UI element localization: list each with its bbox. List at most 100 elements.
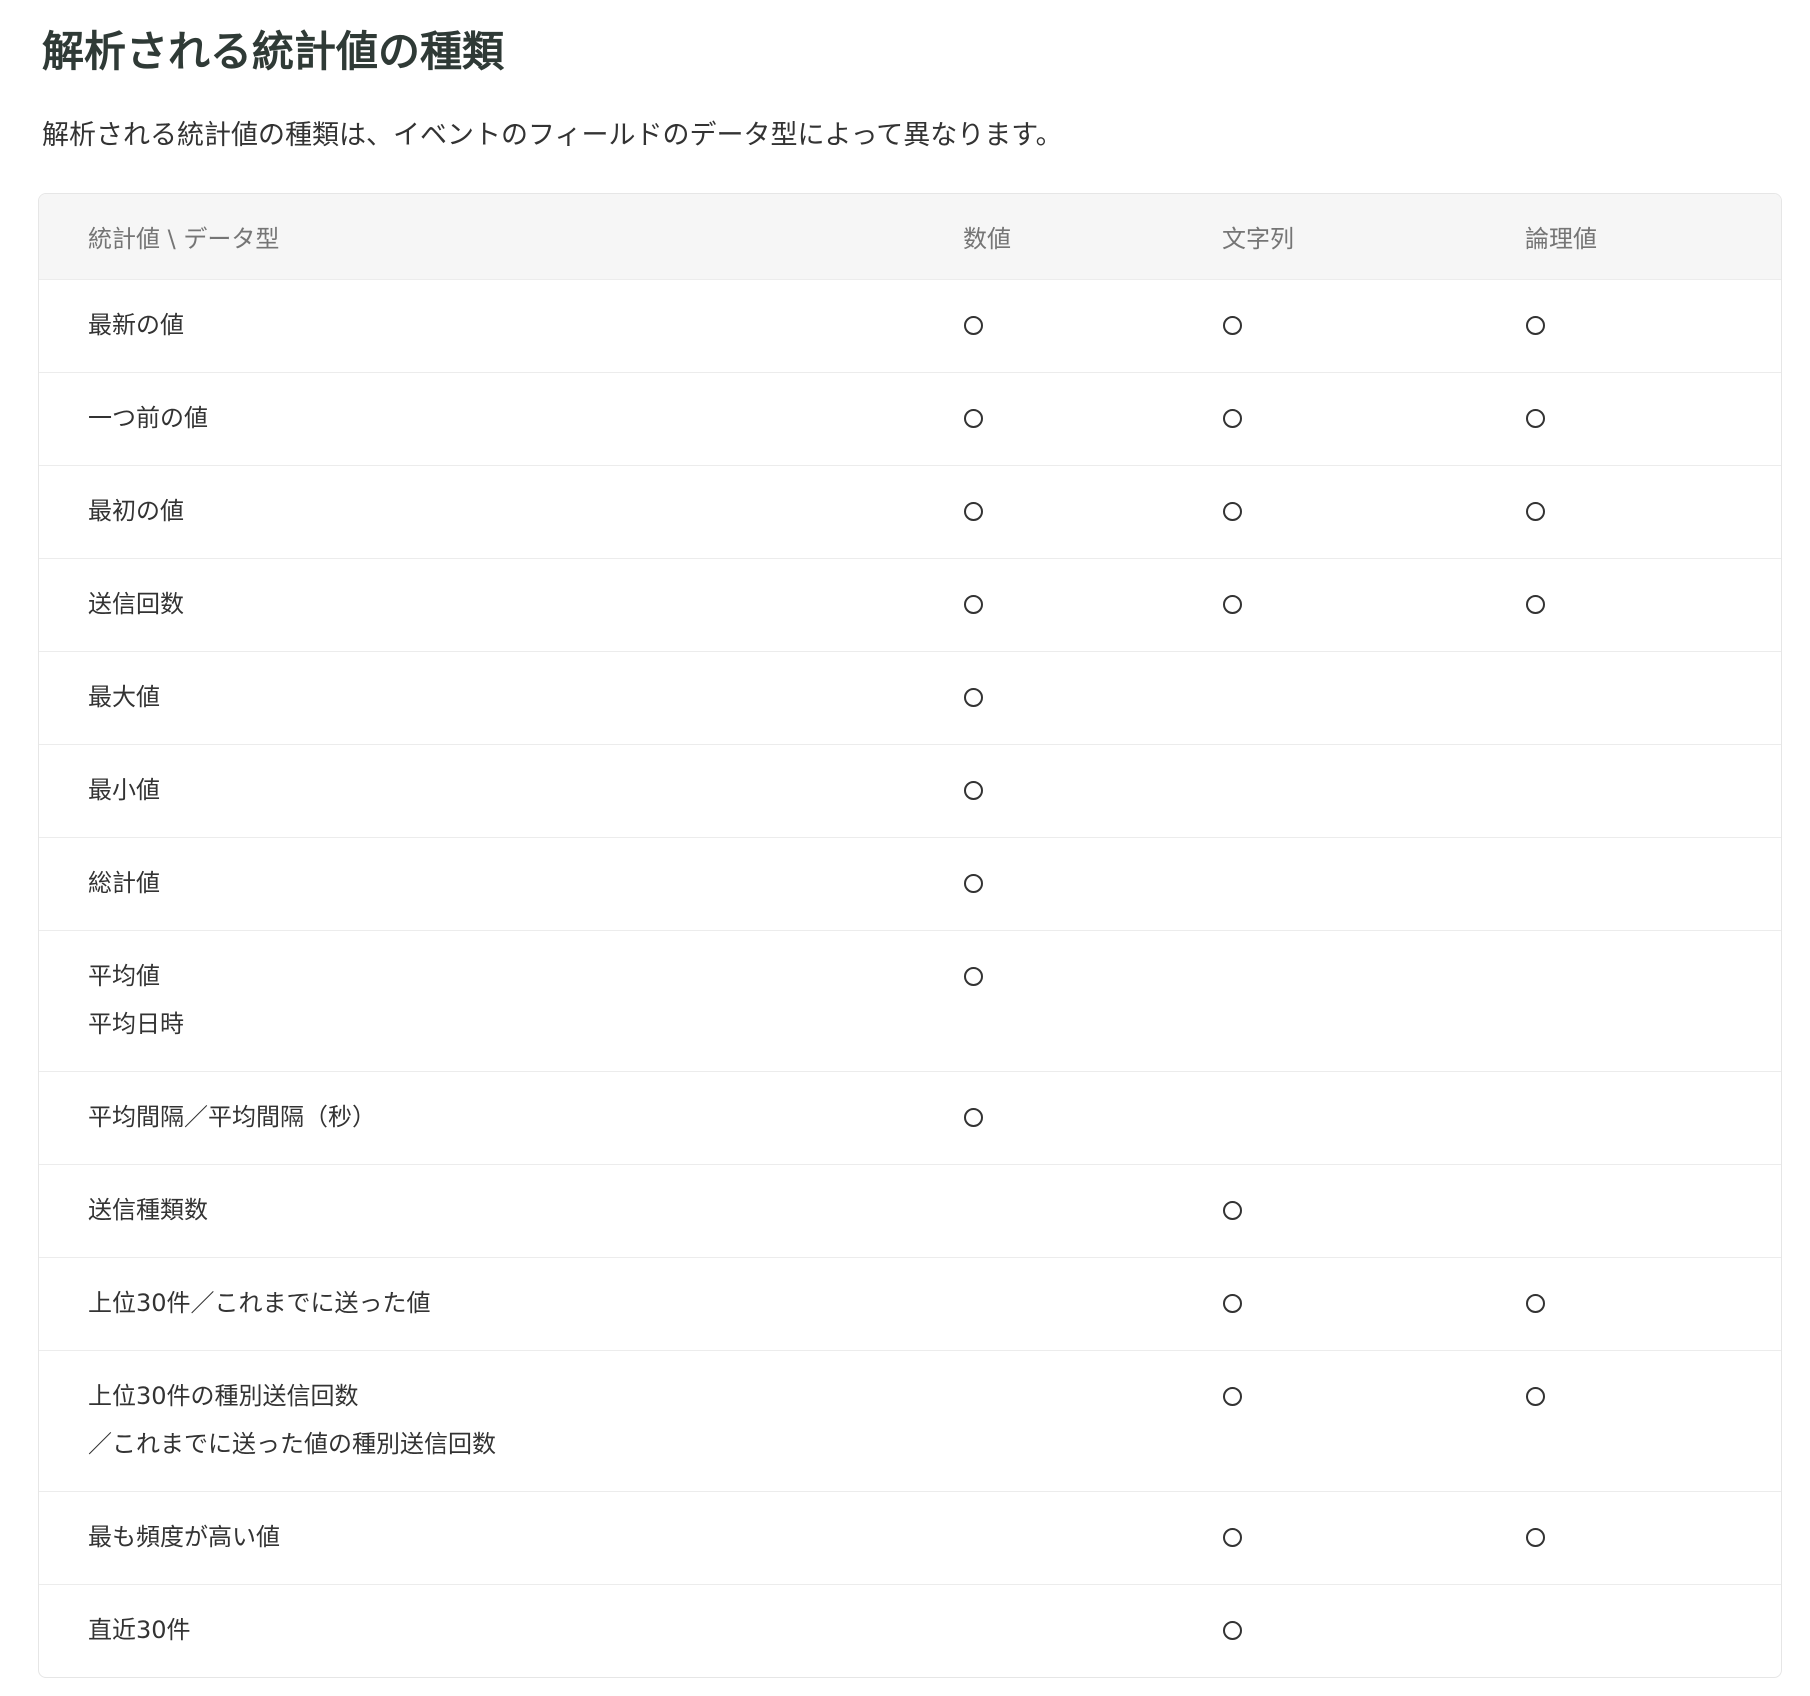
table-row: 一つ前の値	[39, 372, 1781, 466]
boolean-support-cell	[1525, 1071, 1781, 1165]
table-row: 最小値	[39, 744, 1781, 838]
circle-mark-icon	[963, 771, 1002, 810]
header-boolean: 論理値	[1525, 194, 1781, 280]
table-row: 平均値 平均日時	[39, 930, 1781, 1072]
string-support-cell	[1222, 651, 1525, 745]
table-row: 上位30件の種別送信回数 ／これまでに送った値の種別送信回数	[39, 1350, 1781, 1492]
statistic-label: ／これまでに送った値の種別送信回数	[88, 1430, 496, 1458]
table-row: 送信種類数	[39, 1164, 1781, 1258]
table-row: 最も頻度が高い値	[39, 1491, 1781, 1585]
string-support-cell	[1222, 465, 1525, 559]
boolean-support-cell	[1525, 372, 1781, 466]
statistic-label-cell: 送信種類数	[39, 1164, 963, 1258]
statistic-label-cell: 平均間隔／平均間隔（秒）	[39, 1071, 963, 1165]
table-row: 総計値	[39, 837, 1781, 931]
statistic-label-cell: 送信回数	[39, 558, 963, 652]
header-statistic-datatype: 統計値 \ データ型	[39, 194, 963, 280]
statistic-label: 平均間隔／平均間隔（秒）	[88, 1103, 376, 1131]
header-string: 文字列	[1222, 194, 1525, 280]
statistic-label: 最初の値	[88, 497, 184, 525]
circle-mark-icon	[963, 1098, 1002, 1137]
string-support-cell	[1222, 1350, 1525, 1492]
number-support-cell	[963, 1164, 1222, 1258]
string-support-cell	[1222, 1585, 1525, 1678]
number-support-cell	[963, 1071, 1222, 1165]
string-support-cell	[1222, 744, 1525, 838]
string-support-cell	[1222, 1491, 1525, 1585]
statistic-label-cell: 平均値 平均日時	[39, 930, 963, 1072]
circle-mark-icon	[963, 306, 1002, 345]
circle-mark-icon	[1222, 306, 1261, 345]
statistic-label: 最新の値	[88, 311, 184, 339]
string-support-cell	[1222, 558, 1525, 652]
boolean-support-cell	[1525, 279, 1781, 373]
statistic-label: 総計値	[88, 869, 160, 897]
circle-mark-icon	[963, 492, 1002, 531]
boolean-support-cell	[1525, 1257, 1781, 1351]
number-support-cell	[963, 465, 1222, 559]
boolean-support-cell	[1525, 1164, 1781, 1258]
circle-mark-icon	[1525, 1518, 1564, 1557]
circle-mark-icon	[1222, 1611, 1261, 1650]
statistic-label-cell: 直近30件	[39, 1585, 963, 1678]
statistic-label: 上位30件の種別送信回数	[88, 1382, 359, 1410]
circle-mark-icon	[1222, 492, 1261, 531]
statistic-label: 送信回数	[88, 590, 184, 618]
statistics-table-container: 統計値 \ データ型 数値 文字列 論理値 最新の値 一つ前の値 最初の値 送信回数最…	[38, 193, 1782, 1678]
circle-mark-icon	[1525, 306, 1564, 345]
circle-mark-icon	[1525, 1377, 1564, 1416]
table-header-row: 統計値 \ データ型 数値 文字列 論理値	[39, 194, 1781, 280]
circle-mark-icon	[1222, 1284, 1261, 1323]
header-number: 数値	[963, 194, 1222, 280]
circle-mark-icon	[1222, 1518, 1261, 1557]
circle-mark-icon	[1525, 585, 1564, 624]
number-support-cell	[963, 1257, 1222, 1351]
statistic-label: 一つ前の値	[88, 404, 208, 432]
number-support-cell	[963, 930, 1222, 1072]
table-row: 上位30件／これまでに送った値	[39, 1257, 1781, 1351]
circle-mark-icon	[1222, 1191, 1261, 1230]
page-description: 解析される統計値の種類は、イベントのフィールドのデータ型によって異なります。	[42, 120, 1063, 151]
circle-mark-icon	[963, 399, 1002, 438]
statistic-label: 最大値	[88, 683, 160, 711]
number-support-cell	[963, 837, 1222, 931]
circle-mark-icon	[1222, 1377, 1261, 1416]
table-row: 最大値	[39, 651, 1781, 745]
circle-mark-icon	[1222, 585, 1261, 624]
statistic-label: 平均値	[88, 962, 160, 990]
table-row: 平均間隔／平均間隔（秒）	[39, 1071, 1781, 1165]
table-row: 最新の値	[39, 279, 1781, 373]
boolean-support-cell	[1525, 930, 1781, 1072]
statistic-label: 送信種類数	[88, 1196, 208, 1224]
circle-mark-icon	[963, 678, 1002, 717]
number-support-cell	[963, 744, 1222, 838]
string-support-cell	[1222, 930, 1525, 1072]
string-support-cell	[1222, 279, 1525, 373]
number-support-cell	[963, 372, 1222, 466]
string-support-cell	[1222, 1071, 1525, 1165]
boolean-support-cell	[1525, 1585, 1781, 1678]
table-row: 直近30件	[39, 1585, 1781, 1678]
number-support-cell	[963, 1585, 1222, 1678]
statistic-label-cell: 最新の値	[39, 279, 963, 373]
circle-mark-icon	[963, 864, 1002, 903]
page-title: 解析される統計値の種類	[42, 27, 505, 76]
boolean-support-cell	[1525, 744, 1781, 838]
circle-mark-icon	[963, 957, 1002, 996]
string-support-cell	[1222, 1257, 1525, 1351]
table-body: 最新の値一つ前の値最初の値送信回数最大値最小値総計値平均値 平均日時平均間隔／平均…	[39, 279, 1781, 1678]
number-support-cell	[963, 1491, 1222, 1585]
boolean-support-cell	[1525, 558, 1781, 652]
statistic-label-cell: 上位30件の種別送信回数 ／これまでに送った値の種別送信回数	[39, 1350, 963, 1492]
statistic-label: 直近30件	[88, 1616, 191, 1644]
statistic-label: 最小値	[88, 776, 160, 804]
circle-mark-icon	[1525, 492, 1564, 531]
string-support-cell	[1222, 1164, 1525, 1258]
circle-mark-icon	[1222, 399, 1261, 438]
statistic-label-cell: 一つ前の値	[39, 372, 963, 466]
statistic-label-cell: 上位30件／これまでに送った値	[39, 1257, 963, 1351]
string-support-cell	[1222, 372, 1525, 466]
boolean-support-cell	[1525, 651, 1781, 745]
statistic-label-cell: 最小値	[39, 744, 963, 838]
boolean-support-cell	[1525, 465, 1781, 559]
